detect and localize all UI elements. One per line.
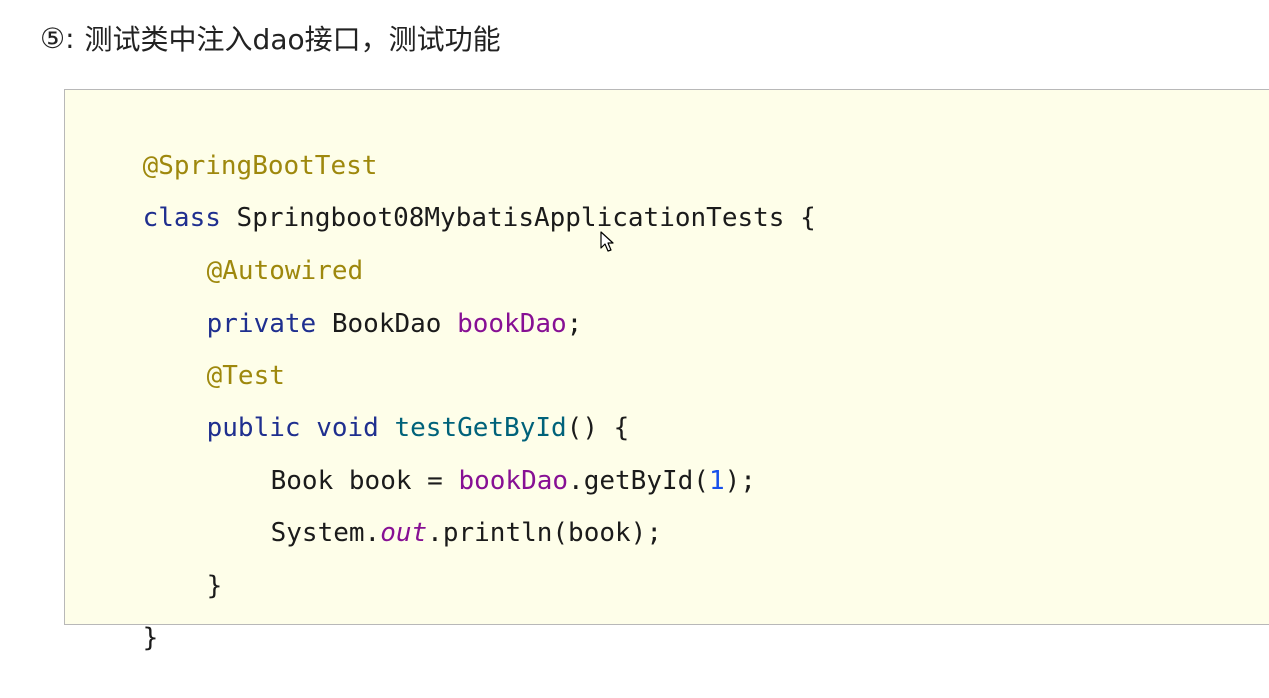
method-call-token: .println(book); bbox=[427, 518, 662, 548]
static-field-token: out bbox=[380, 518, 428, 548]
code-line-4: private BookDao bookDao; bbox=[80, 264, 583, 339]
type-token: BookDao bbox=[316, 309, 458, 339]
code-line-8: System.out.println(book); bbox=[80, 473, 662, 548]
code-block: @SpringBootTest class Springboot08Mybati… bbox=[64, 89, 1269, 653]
heading-separator: : bbox=[65, 21, 75, 55]
code-line-1: @SpringBootTest bbox=[80, 106, 378, 181]
heading-text: 测试类中注入dao接口，测试功能 bbox=[84, 23, 501, 56]
number-token: 1 bbox=[708, 466, 725, 496]
punctuation-token: ; bbox=[566, 309, 583, 339]
step-number-marker: ⑤ bbox=[40, 21, 66, 55]
punctuation-token: { bbox=[784, 203, 816, 233]
code-line-2: class Springboot08MybatisApplicationTest… bbox=[80, 158, 816, 233]
code-line-7: Book book = bookDao.getById(1); bbox=[80, 421, 756, 496]
mouse-pointer-icon bbox=[600, 231, 614, 252]
closing-brace-token: } bbox=[142, 623, 159, 653]
punctuation-token: ); bbox=[724, 466, 756, 496]
class-ref-token: System. bbox=[270, 518, 381, 548]
code-line-3: @Autowired bbox=[80, 211, 364, 286]
closing-brace-token: } bbox=[206, 571, 223, 601]
code-line-9: } bbox=[80, 526, 223, 601]
code-line-5: @Test bbox=[80, 316, 285, 391]
code-line-6: public void testGetById() { bbox=[80, 368, 630, 443]
section-heading: ⑤ : 测试类中注入dao接口，测试功能 bbox=[40, 14, 501, 62]
code-line-10: } bbox=[80, 578, 159, 653]
field-token: bookDao bbox=[457, 309, 567, 339]
